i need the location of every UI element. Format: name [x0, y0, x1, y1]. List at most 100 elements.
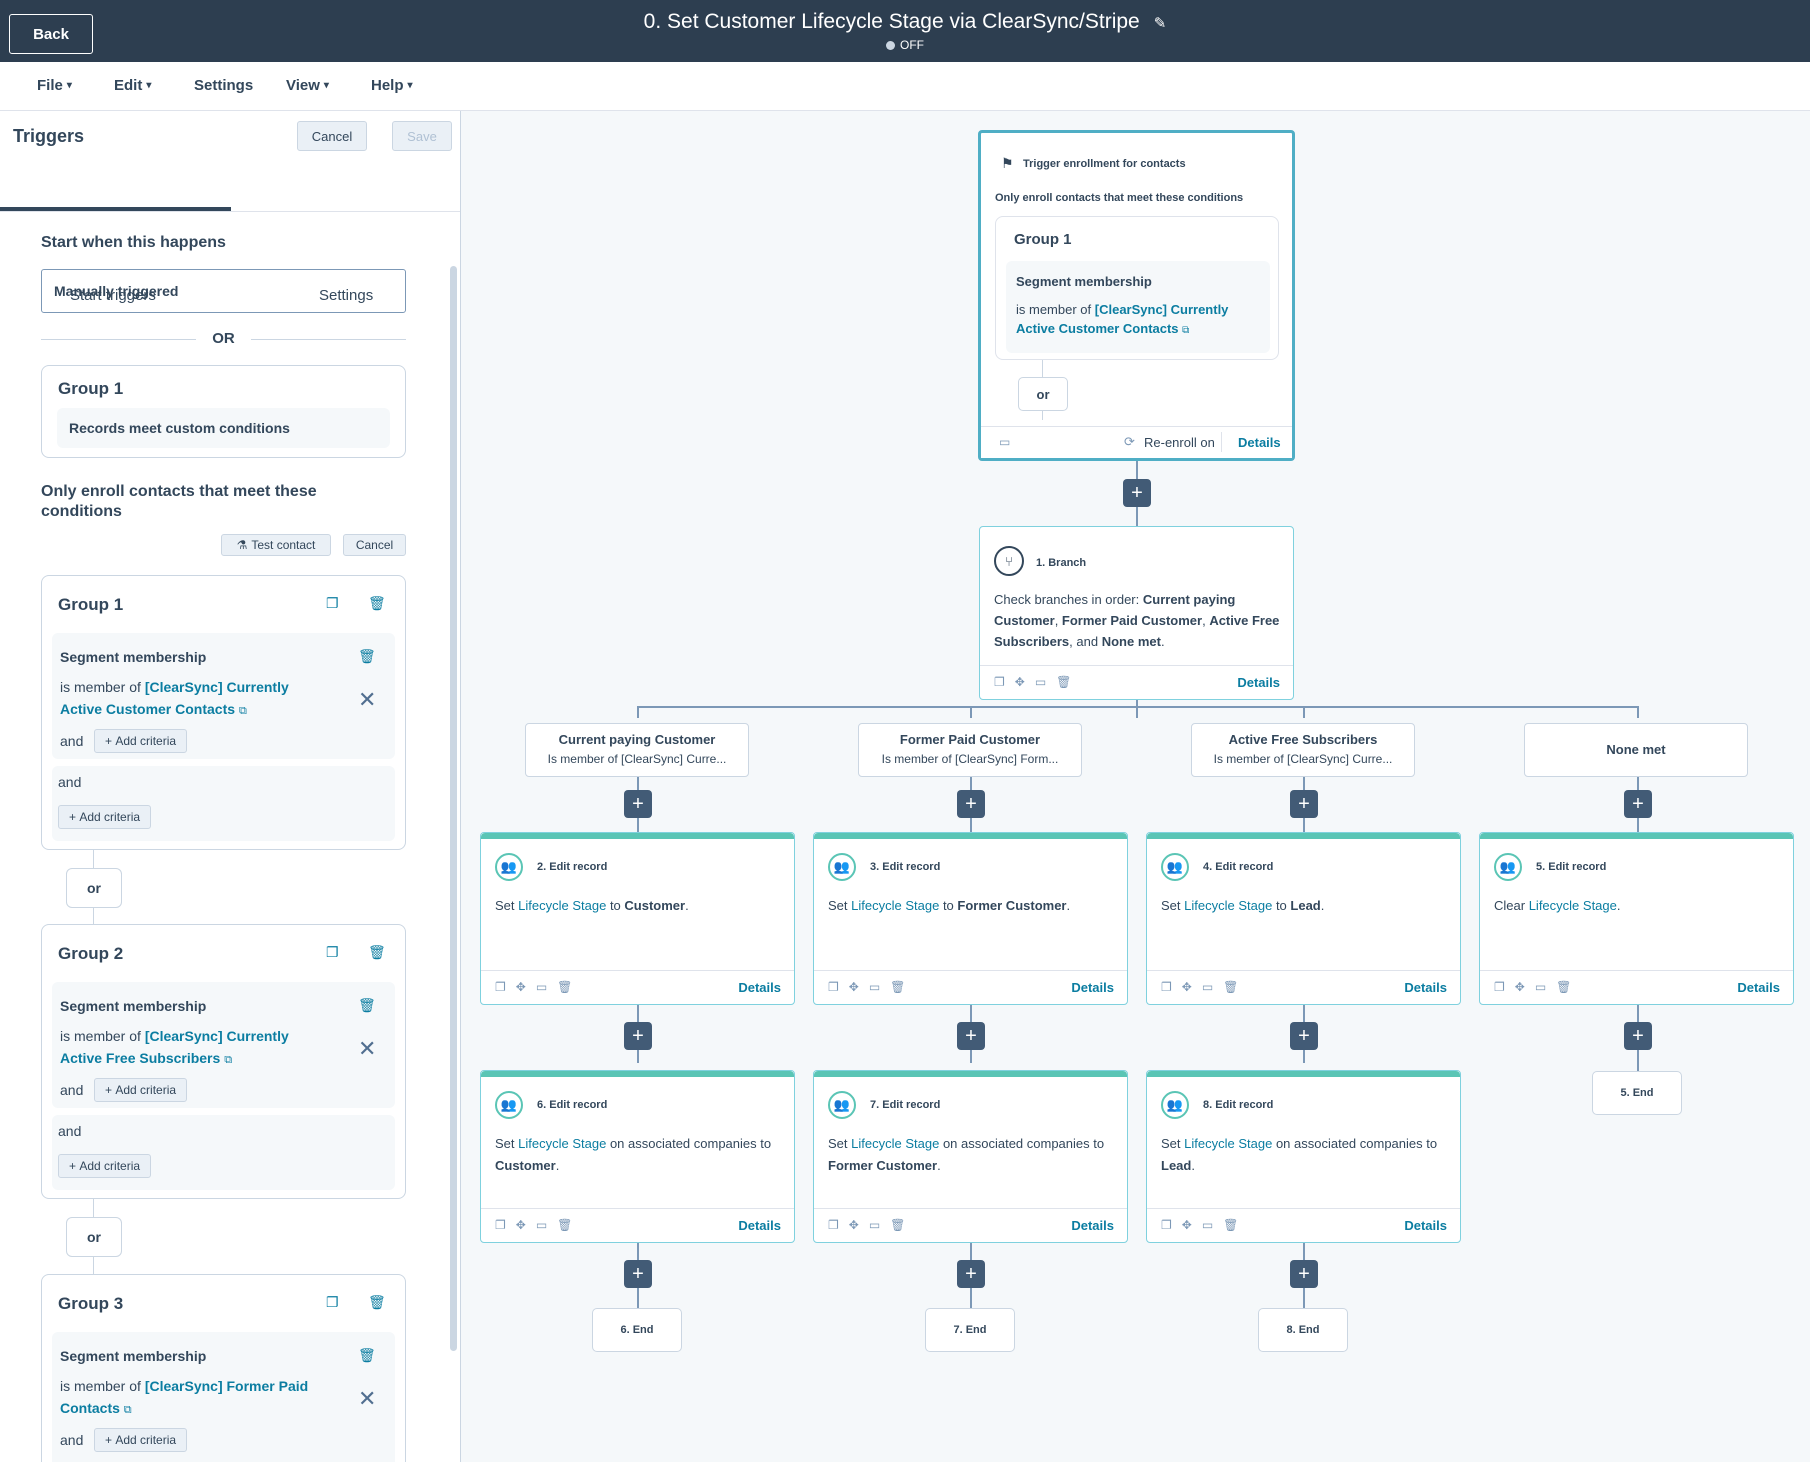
node-action-icons[interactable]: ❐✥▭🗑 — [994, 675, 1081, 689]
end-node-7[interactable]: 7. End — [925, 1308, 1015, 1352]
property-link[interactable]: Lifecycle Stage — [851, 898, 939, 913]
close-icon[interactable]: ✕ — [358, 1036, 376, 1062]
external-link-icon[interactable]: ⧉ — [124, 1404, 132, 1416]
add-action-button[interactable]: + — [957, 1022, 985, 1050]
trigger-select[interactable]: Manually triggered — [41, 269, 406, 313]
add-criteria-button[interactable]: + Add criteria — [94, 1078, 188, 1102]
tabs-divider — [0, 211, 460, 212]
trash-icon[interactable]: 🗑 — [358, 1347, 376, 1364]
edit-record-node-8[interactable]: 👥 8. Edit record Set Lifecycle Stage on … — [1146, 1070, 1461, 1243]
node-action-icons[interactable]: ❐✥▭🗑 — [495, 1218, 582, 1232]
details-link[interactable]: Details — [1071, 980, 1114, 995]
node-action-icons[interactable]: ❐✥▭🗑 — [1494, 980, 1581, 994]
external-link-icon[interactable]: ⧉ — [239, 705, 247, 717]
add-action-button[interactable]: + — [1290, 1260, 1318, 1288]
group-title: Group 3 — [58, 1294, 124, 1313]
node-action-icons[interactable]: ❐✥▭🗑 — [1161, 1218, 1248, 1232]
property-link[interactable]: Lifecycle Stage — [518, 898, 606, 913]
add-criteria-button[interactable]: + Add criteria — [58, 805, 152, 829]
trash-icon[interactable]: 🗑 — [358, 997, 376, 1014]
add-action-button[interactable]: + — [1123, 479, 1151, 507]
edit-label: 2. Edit record — [537, 861, 608, 873]
edit-record-node-2[interactable]: 👥 2. Edit record Set Lifecycle Stage to … — [480, 832, 795, 1005]
add-criteria-button[interactable]: + Add criteria — [58, 1154, 152, 1178]
edit-record-node-5[interactable]: 👥 5. Edit record Clear Lifecycle Stage. … — [1479, 832, 1794, 1005]
pencil-icon[interactable]: ✎ — [1154, 14, 1167, 32]
close-icon[interactable]: ✕ — [358, 1386, 376, 1412]
panel-header: Triggers Cancel Save — [0, 111, 460, 159]
property-link[interactable]: Lifecycle Stage — [1184, 1136, 1272, 1151]
node-action-icons[interactable]: ❐✥▭🗑 — [1161, 980, 1248, 994]
add-criteria-button[interactable]: + Add criteria — [94, 1428, 188, 1452]
edit-record-node-4[interactable]: 👥 4. Edit record Set Lifecycle Stage to … — [1146, 832, 1461, 1005]
node-action-icons[interactable]: ❐✥▭🗑 — [828, 1218, 915, 1232]
enroll-cancel-button[interactable]: Cancel — [343, 534, 406, 556]
end-node-8[interactable]: 8. End — [1258, 1308, 1348, 1352]
menu-settings[interactable]: Settings — [194, 77, 253, 94]
details-link[interactable]: Details — [738, 1218, 781, 1233]
branch-details-link[interactable]: Details — [1237, 675, 1280, 690]
copy-icon[interactable]: ❐ — [326, 595, 339, 612]
add-action-button[interactable]: + — [624, 1260, 652, 1288]
details-link[interactable]: Details — [1737, 980, 1780, 995]
copy-icon[interactable]: ❐ — [326, 944, 339, 961]
clipboard-icon[interactable]: ▭ — [999, 435, 1010, 449]
edit-record-node-7[interactable]: 👥 7. Edit record Set Lifecycle Stage on … — [813, 1070, 1128, 1243]
node-action-icons[interactable]: ❐✥▭🗑 — [495, 980, 582, 994]
node-action-icons[interactable]: ❐✥▭🗑 — [828, 980, 915, 994]
trash-icon[interactable]: 🗑 — [368, 944, 386, 961]
branch-option-1[interactable]: Current paying Customer Is member of [Cl… — [525, 723, 749, 777]
panel-save-button[interactable]: Save — [392, 121, 452, 151]
reenroll-label[interactable]: Re-enroll on — [1144, 435, 1215, 450]
edit-record-node-3[interactable]: 👥 3. Edit record Set Lifecycle Stage to … — [813, 832, 1128, 1005]
trigger-node[interactable]: ⚑ Trigger enrollment for contacts Only e… — [978, 130, 1295, 461]
add-action-button[interactable]: + — [957, 790, 985, 818]
branch-node[interactable]: ⑂ 1. Branch Check branches in order: Cur… — [979, 526, 1294, 700]
property-link[interactable]: Lifecycle Stage — [851, 1136, 939, 1151]
add-action-button[interactable]: + — [1624, 1022, 1652, 1050]
branch-option-4[interactable]: None met — [1524, 723, 1748, 777]
add-action-button[interactable]: + — [957, 1260, 985, 1288]
details-link[interactable]: Details — [1404, 980, 1447, 995]
menu-edit[interactable]: Edit ▾ — [114, 77, 151, 94]
end-node-5[interactable]: 5. End — [1592, 1071, 1682, 1115]
trash-icon[interactable]: 🗑 — [368, 1294, 386, 1311]
edit-record-node-6[interactable]: 👥 6. Edit record Set Lifecycle Stage on … — [480, 1070, 795, 1243]
panel-scrollbar[interactable] — [450, 266, 457, 1351]
menu-file[interactable]: File ▾ — [37, 77, 72, 94]
add-action-button[interactable]: + — [1290, 1022, 1318, 1050]
add-action-button[interactable]: + — [624, 1022, 652, 1050]
property-link[interactable]: Lifecycle Stage — [1184, 898, 1272, 913]
edit-mid: to — [609, 898, 621, 913]
test-contact-button[interactable]: ⚗ Test contact — [221, 534, 331, 556]
close-icon[interactable]: ✕ — [358, 687, 376, 713]
trash-icon[interactable]: 🗑 — [368, 595, 386, 612]
add-criteria-button[interactable]: + Add criteria — [94, 729, 188, 753]
add-action-button[interactable]: + — [1624, 790, 1652, 818]
add-action-button[interactable]: + — [624, 790, 652, 818]
end-node-6[interactable]: 6. End — [592, 1308, 682, 1352]
edit-pre: Set — [1161, 898, 1181, 913]
edit-mid: to — [942, 898, 954, 913]
property-link[interactable]: Lifecycle Stage — [1529, 898, 1617, 913]
branch-option-title: Former Paid Customer — [899, 732, 1041, 747]
workflow-canvas[interactable]: ⚑ Trigger enrollment for contacts Only e… — [461, 111, 1810, 1462]
property-link[interactable]: Lifecycle Stage — [518, 1136, 606, 1151]
external-link-icon[interactable]: ⧉ — [224, 1054, 232, 1066]
add-action-button[interactable]: + — [1290, 790, 1318, 818]
branch-option-2[interactable]: Former Paid Customer Is member of [Clear… — [858, 723, 1082, 777]
menu-view[interactable]: View ▾ — [286, 77, 329, 94]
trash-icon[interactable]: 🗑 — [358, 648, 376, 665]
trigger-details-link[interactable]: Details — [1238, 435, 1281, 450]
external-link-icon[interactable]: ⧉ — [1182, 325, 1189, 336]
branch-option-3[interactable]: Active Free Subscribers Is member of [Cl… — [1191, 723, 1415, 777]
trigger-group-custom[interactable]: Group 1 Records meet custom conditions — [41, 365, 406, 458]
details-link[interactable]: Details — [1404, 1218, 1447, 1233]
details-link[interactable]: Details — [738, 980, 781, 995]
branch-option-subtitle: Is member of [ClearSync] Curre... — [1213, 752, 1393, 766]
panel-cancel-button[interactable]: Cancel — [297, 121, 367, 151]
details-link[interactable]: Details — [1071, 1218, 1114, 1233]
copy-icon[interactable]: ❐ — [326, 1294, 339, 1311]
edit-pre: Set — [828, 1136, 848, 1151]
menu-help[interactable]: Help ▾ — [371, 77, 413, 94]
